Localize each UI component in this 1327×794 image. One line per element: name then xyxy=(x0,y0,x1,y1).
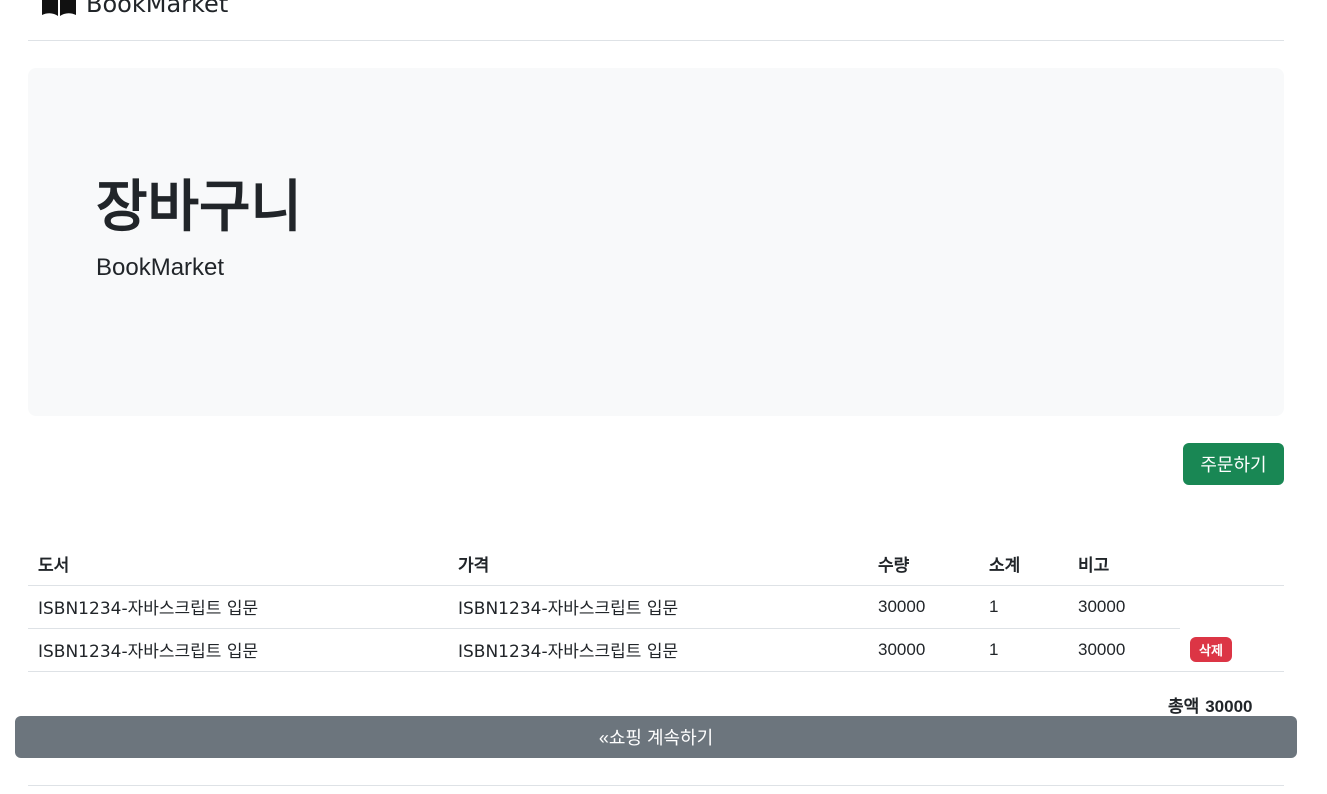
cart-table: 도서 가격 수량 소계 비고 ISBN1234-자바스크립트 입문 ISBN12… xyxy=(28,542,1284,672)
navbar: BookMarket xyxy=(28,0,1284,41)
cell-subtotal: 1 xyxy=(979,585,1068,629)
cell-book: ISBN1234-자바스크립트 입문 xyxy=(28,628,448,672)
total-label: 총액 xyxy=(1168,697,1200,717)
order-button[interactable]: 주문하기 xyxy=(1183,443,1284,485)
header-price: 가격 xyxy=(448,542,868,586)
cell-quantity: 30000 xyxy=(868,628,979,672)
cell-price: ISBN1234-자바스크립트 입문 xyxy=(448,585,868,629)
table-row: ISBN1234-자바스크립트 입문 ISBN1234-자바스크립트 입문 30… xyxy=(28,585,1284,629)
cell-note: 30000 xyxy=(1068,628,1180,672)
delete-button[interactable]: 삭제 xyxy=(1190,636,1232,662)
page-subtitle: BookMarket xyxy=(96,254,225,281)
total-value: 30000 xyxy=(1205,697,1253,716)
cell-subtotal: 1 xyxy=(979,628,1068,672)
hero-jumbotron: 장바구니 BookMarket xyxy=(28,68,1284,416)
brand-link[interactable]: BookMarket xyxy=(40,0,228,18)
table-row: ISBN1234-자바스크립트 입문 ISBN1234-자바스크립트 입문 30… xyxy=(28,628,1284,672)
footer-divider xyxy=(28,785,1284,786)
cell-action: 삭제 xyxy=(1180,628,1284,672)
header-subtotal: 소계 xyxy=(979,542,1068,586)
cell-quantity: 30000 xyxy=(868,585,979,629)
continue-shopping-button[interactable]: «쇼핑 계속하기 xyxy=(15,716,1297,758)
cell-price: ISBN1234-자바스크립트 입문 xyxy=(448,628,868,672)
brand-name: BookMarket xyxy=(86,0,229,18)
header-book: 도서 xyxy=(28,542,448,586)
header-quantity: 수량 xyxy=(868,542,979,586)
page-title: 장바구니 xyxy=(96,175,303,240)
book-icon xyxy=(42,0,76,16)
cell-note: 30000 xyxy=(1068,585,1180,629)
cell-action xyxy=(1180,585,1284,628)
table-header-row: 도서 가격 수량 소계 비고 xyxy=(28,542,1284,586)
header-note: 비고 xyxy=(1068,542,1180,586)
total-amount: 총액 30000 xyxy=(1168,692,1252,717)
header-action xyxy=(1180,542,1284,586)
cell-book: ISBN1234-자바스크립트 입문 xyxy=(28,585,448,629)
